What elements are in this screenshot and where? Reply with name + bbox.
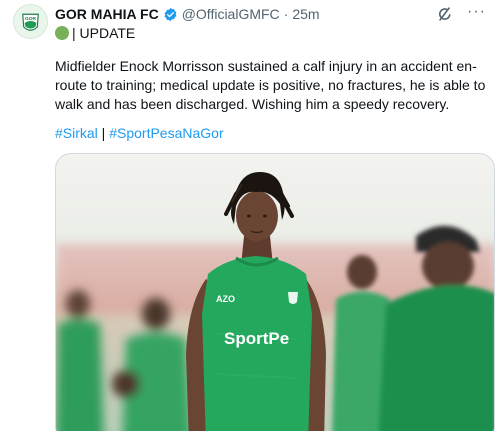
hashtags: #Sirkal | #SportPesaNaGor xyxy=(55,125,224,141)
more-options-icon[interactable]: ··· xyxy=(467,3,486,21)
update-label: | UPDATE xyxy=(72,25,136,41)
grok-icon[interactable] xyxy=(436,5,454,23)
tweet-photo[interactable]: AZO SportPe xyxy=(55,153,495,431)
tweet-header: GOR MAHIA FC @OfficialGMFC · 25m ··· xyxy=(55,3,488,24)
hashtag-sirkal[interactable]: #Sirkal xyxy=(55,125,98,141)
svg-text:GOR: GOR xyxy=(25,16,37,22)
svg-text:AZO: AZO xyxy=(216,294,235,304)
svg-text:SportPe: SportPe xyxy=(224,329,289,348)
player-photo: AZO SportPe xyxy=(56,154,494,431)
separator-dot: · xyxy=(283,6,289,22)
tweet-text: Midfielder Enock Morrisson sustained a c… xyxy=(55,58,486,112)
author-handle[interactable]: @OfficialGMFC xyxy=(182,6,280,22)
update-line: | UPDATE xyxy=(55,25,135,41)
author-name[interactable]: GOR MAHIA FC xyxy=(55,6,159,22)
club-avatar[interactable]: GOR xyxy=(13,4,48,39)
hashtag-separator: | xyxy=(97,125,110,141)
green-circle-icon xyxy=(55,26,69,40)
verified-badge-icon xyxy=(163,7,178,22)
club-crest-icon: GOR xyxy=(14,5,47,38)
hashtag-sportpesanagor[interactable]: #SportPesaNaGor xyxy=(109,125,223,141)
timestamp[interactable]: 25m xyxy=(292,6,319,22)
